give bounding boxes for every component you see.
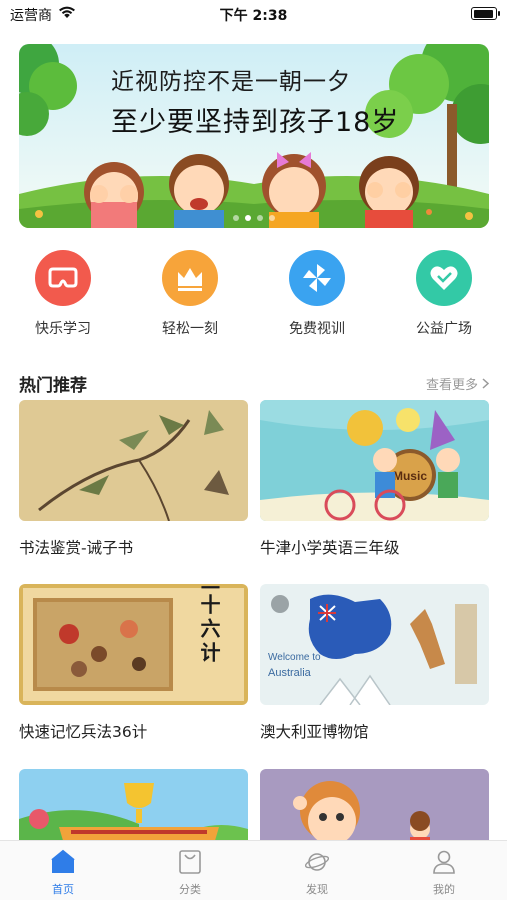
- person-icon: [432, 849, 456, 875]
- card-thumbnail: Welcome to Australia: [260, 584, 489, 705]
- chevron-right-icon: [482, 378, 490, 393]
- card-welcome-text: Welcome to: [268, 652, 321, 663]
- battery-fill: [473, 9, 493, 18]
- tab-label: 发现: [306, 883, 328, 896]
- banner-page-dot[interactable]: [233, 215, 239, 221]
- planet-icon: [305, 849, 329, 875]
- tab-profile[interactable]: 我的: [381, 849, 507, 897]
- card-strategy-text: 三十六计: [197, 584, 221, 666]
- recommend-card[interactable]: Music 牛津小学英语三年级: [260, 400, 489, 558]
- card-title: 书法鉴赏-诫子书: [19, 539, 134, 557]
- quick-entry-label: 快乐学习: [35, 321, 91, 337]
- card-thumbnail: Music: [260, 400, 489, 521]
- recommend-card[interactable]: Welcome to Australia 澳大利亚博物馆: [260, 584, 489, 742]
- banner-page-dot[interactable]: [245, 215, 251, 221]
- status-bar: 运营商 下午 2:38: [0, 0, 507, 28]
- home-icon: [51, 849, 75, 875]
- quick-entry-row: 快乐学习 轻松一刻 免费视训 公益广场: [0, 250, 507, 342]
- tab-label: 首页: [52, 883, 74, 896]
- banner-subheadline: 至少要坚持到孩子18岁: [111, 107, 400, 138]
- tab-label: 我的: [433, 883, 455, 896]
- bag-icon: [178, 849, 202, 875]
- card-thumbnail: 三十六计: [19, 584, 248, 705]
- bottom-tab-bar: 首页 分类 发现 我的: [0, 840, 507, 900]
- card-thumbnail: [19, 400, 248, 521]
- heart-icon: [416, 250, 472, 306]
- quick-entry-label: 免费视训: [289, 321, 345, 337]
- tab-label: 分类: [179, 883, 201, 896]
- banner-page-dot[interactable]: [269, 215, 275, 221]
- quick-entry-relax[interactable]: 轻松一刻: [140, 250, 240, 338]
- tab-discover[interactable]: 发现: [254, 849, 380, 897]
- section-title: 热门推荐: [19, 376, 87, 396]
- quick-entry-free-training[interactable]: 免费视训: [267, 250, 367, 338]
- banner-page-indicator: [19, 206, 489, 225]
- quick-entry-happy-learning[interactable]: 快乐学习: [13, 250, 113, 338]
- status-time: 下午 2:38: [219, 8, 288, 24]
- recommend-card[interactable]: 书法鉴赏-诫子书: [19, 400, 248, 558]
- card-title: 快速记忆兵法36计: [19, 723, 148, 741]
- card-music-text: Music: [393, 469, 427, 483]
- tab-category[interactable]: 分类: [127, 849, 253, 897]
- banner-headline: 近视防控不是一朝一夕: [111, 69, 351, 95]
- card-australia-text: Australia: [268, 667, 312, 679]
- card-title: 澳大利亚博物馆: [260, 723, 369, 741]
- banner-carousel[interactable]: 近视防控不是一朝一夕 至少要坚持到孩子18岁: [19, 44, 489, 228]
- quick-entry-label: 轻松一刻: [162, 321, 218, 337]
- crown-icon: [162, 250, 218, 306]
- battery-icon: [471, 7, 500, 20]
- pinwheel-icon: [289, 250, 345, 306]
- quick-entry-label: 公益广场: [416, 321, 472, 337]
- tab-home[interactable]: 首页: [0, 849, 126, 897]
- card-title: 牛津小学英语三年级: [260, 539, 400, 557]
- quick-entry-charity[interactable]: 公益广场: [394, 250, 494, 338]
- see-more-label: 查看更多: [425, 378, 478, 393]
- banner-page-dot[interactable]: [257, 215, 263, 221]
- recommend-card[interactable]: 三十六计 快速记忆兵法36计: [19, 584, 248, 742]
- vr-glasses-icon: [35, 250, 91, 306]
- see-more-link[interactable]: 查看更多: [425, 374, 490, 393]
